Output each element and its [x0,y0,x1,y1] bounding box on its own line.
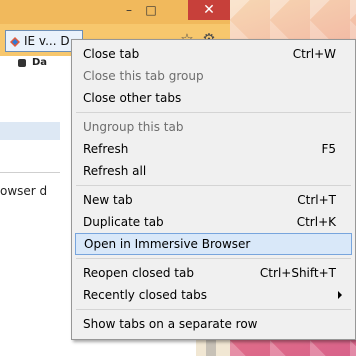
menu-item-ungroup-tab: Ungroup this tab [83,120,184,134]
menu-separator [76,185,351,186]
submenu-arrow-icon [338,291,342,299]
menu-item-close-other-tabs[interactable]: Close other tabs [75,87,352,109]
menu-item-duplicate-tab[interactable]: Duplicate tab Ctrl+K [75,211,352,233]
page-partial-text: owser d [0,184,48,198]
menu-item-open-immersive-browser[interactable]: Open in Immersive Browser [75,233,352,255]
menu-item-recently-closed-tabs[interactable]: Recently closed tabs [75,284,352,306]
menu-item-refresh-all[interactable]: Refresh all [75,160,352,182]
page-highlight-row [0,122,60,140]
bookmark-label: Da [32,57,48,68]
menu-item-new-tab[interactable]: New tab Ctrl+T [75,189,352,211]
menu-item-reopen-closed-tab[interactable]: Reopen closed tab Ctrl+Shift+T [75,262,352,284]
browser-tab-icon [10,36,20,47]
menu-separator [76,112,351,113]
bookmark-icon [18,58,26,67]
tab-context-menu: Close tab Ctrl+W Close this tab group Cl… [71,39,356,340]
menu-separator [76,309,351,310]
menu-item-close-tab[interactable]: Close tab Ctrl+W [75,43,352,65]
bookmark-item[interactable]: Da [18,57,47,68]
window-controls: – □ [118,0,162,20]
maximize-button[interactable]: □ [140,0,162,20]
menu-item-show-tabs-separate-row[interactable]: Show tabs on a separate row [75,313,352,335]
menu-item-close-tab-group: Close this tab group [83,69,204,83]
menu-item-refresh[interactable]: Refresh F5 [75,138,352,160]
tab-title: IE v... D [24,34,70,48]
window-close-button[interactable]: ✕ [188,0,230,20]
menu-separator [76,258,351,259]
page-divider [0,172,60,173]
minimize-button[interactable]: – [118,0,140,20]
